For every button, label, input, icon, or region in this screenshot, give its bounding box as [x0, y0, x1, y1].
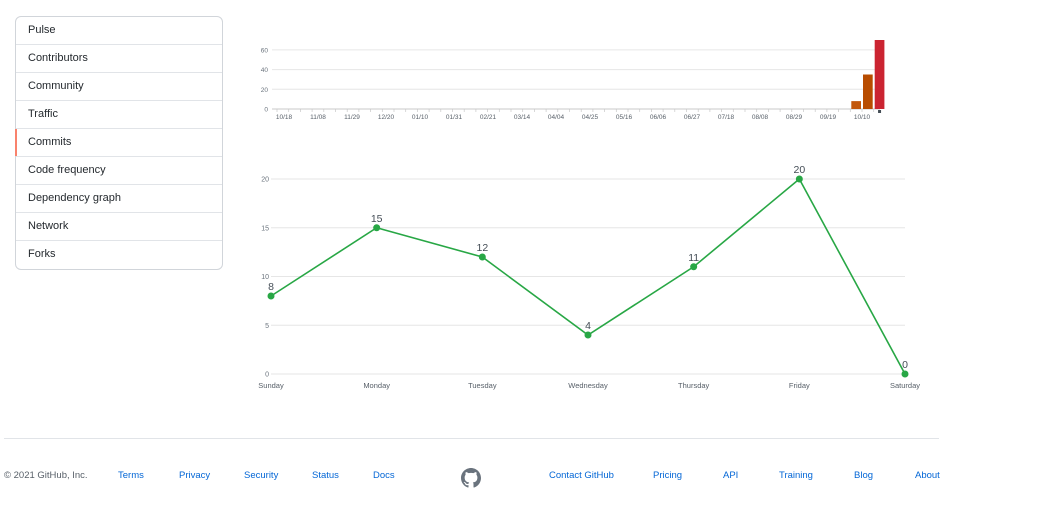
sidebar-item-contributors[interactable]: Contributors [16, 45, 222, 73]
sidebar-item-commits[interactable]: Commits [15, 129, 222, 157]
x-tick-label: Thursday [678, 381, 710, 390]
x-tick-label: 11/08 [310, 114, 326, 121]
x-tick-label: 03/14 [514, 114, 531, 121]
footer-copyright: © 2021 GitHub, Inc. [4, 470, 88, 481]
sidebar-item-dependency-graph[interactable]: Dependency graph [16, 185, 222, 213]
data-point [373, 224, 381, 232]
footer-link-contact-github[interactable]: Contact GitHub [549, 470, 614, 481]
x-tick-label: 05/16 [616, 114, 633, 121]
y-tick-label: 20 [261, 87, 269, 94]
data-label: 11 [688, 252, 699, 264]
data-point [795, 175, 803, 183]
footer: © 2021 GitHub, Inc. Terms Privacy Securi… [0, 470, 1056, 484]
x-tick-label: 09/19 [820, 114, 837, 121]
x-tick-label: 04/25 [582, 114, 599, 121]
x-tick-label: Saturday [890, 381, 920, 390]
bar [851, 101, 861, 109]
data-point [690, 263, 698, 271]
data-label: 15 [371, 213, 383, 225]
footer-link-privacy[interactable]: Privacy [179, 470, 210, 481]
y-tick-label: 15 [261, 225, 269, 232]
x-tick-label: 02/21 [480, 114, 497, 121]
y-tick-label: 20 [261, 177, 269, 184]
footer-link-security[interactable]: Security [244, 470, 278, 481]
data-label: 4 [585, 320, 591, 332]
data-label: 20 [793, 164, 805, 176]
x-tick-label: Tuesday [468, 381, 497, 390]
sidebar-item-pulse[interactable]: Pulse [16, 17, 222, 45]
bar [874, 40, 885, 109]
x-tick-label: 04/04 [548, 114, 565, 121]
y-tick-label: 5 [265, 323, 269, 330]
x-tick-label: 10/18 [276, 114, 293, 121]
x-tick-label: Friday [789, 381, 810, 390]
data-point [267, 292, 275, 300]
footer-link-training[interactable]: Training [779, 470, 813, 481]
y-tick-label: 40 [261, 67, 269, 74]
weekly-commits-line-chart: 0 5 10 15 20 Sunday Monday Tuesday Wednesday Thur… [258, 164, 920, 390]
sidebar-item-code-frequency[interactable]: Code frequency [16, 157, 222, 185]
github-mark-icon[interactable] [461, 468, 481, 488]
sidebar-item-traffic[interactable]: Traffic [16, 101, 222, 129]
footer-link-about[interactable]: About [915, 470, 940, 481]
footer-divider [4, 438, 939, 439]
x-tick-label: Monday [363, 381, 390, 390]
y-tick-label: 10 [261, 274, 269, 281]
data-point [901, 370, 909, 378]
sidebar-item-network[interactable]: Network [16, 213, 222, 241]
x-tick-label: 01/31 [446, 114, 463, 121]
x-tick-label: 01/10 [412, 114, 429, 121]
x-tick-label: 06/27 [684, 114, 701, 121]
footer-link-status[interactable]: Status [312, 470, 339, 481]
sidebar-item-forks[interactable]: Forks [16, 241, 222, 269]
footer-link-api[interactable]: API [723, 470, 738, 481]
insights-sidebar: Pulse Contributors Community Traffic Com… [15, 16, 223, 270]
x-tick-label: 10/10 [854, 114, 871, 121]
x-tick-label: 08/29 [786, 114, 803, 121]
selected-week-marker [878, 110, 882, 113]
y-tick-label: 0 [264, 107, 268, 114]
data-label: 0 [902, 359, 908, 371]
sidebar-item-community[interactable]: Community [16, 73, 222, 101]
bar [863, 74, 873, 109]
footer-link-docs[interactable]: Docs [373, 470, 395, 481]
footer-link-terms[interactable]: Terms [118, 470, 144, 481]
y-tick-label: 60 [261, 47, 269, 54]
y-tick-label: 0 [265, 372, 269, 379]
data-label: 12 [476, 242, 488, 254]
x-tick-label: 07/18 [718, 114, 735, 121]
yearly-commits-bar-chart[interactable]: 0 20 40 60 10/18 11/08 11/29 12/20 01/10 01/31 02/… [250, 30, 890, 130]
footer-link-pricing[interactable]: Pricing [653, 470, 682, 481]
x-tick-label: Sunday [258, 381, 284, 390]
x-tick-label: 06/06 [650, 114, 667, 121]
data-label: 8 [268, 281, 274, 293]
x-tick-label: 08/08 [752, 114, 769, 121]
data-point [478, 253, 486, 261]
data-point [584, 331, 592, 339]
x-tick-label: Wednesday [568, 381, 608, 390]
x-tick-label: 11/29 [344, 114, 360, 121]
footer-link-blog[interactable]: Blog [854, 470, 873, 481]
x-tick-label: 12/20 [378, 114, 395, 121]
